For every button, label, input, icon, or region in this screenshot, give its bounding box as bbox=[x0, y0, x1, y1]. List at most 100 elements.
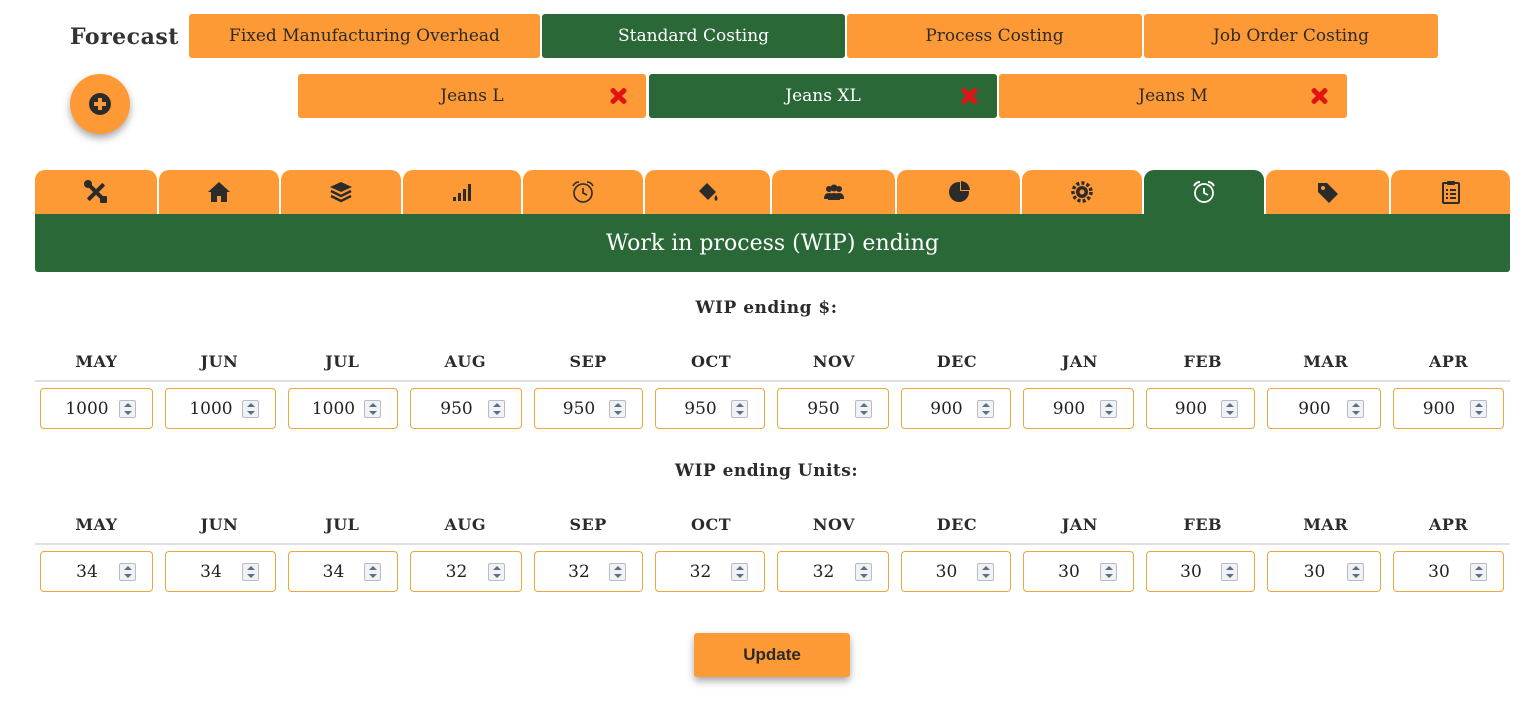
input-value[interactable]: 900 bbox=[1147, 399, 1221, 419]
spinner-arrows-icon[interactable] bbox=[1470, 562, 1487, 581]
wip-dollars-input-apr[interactable]: 900 bbox=[1393, 388, 1504, 429]
wip-units-input-jul[interactable]: 34 bbox=[288, 551, 398, 592]
nav-tab-layers[interactable] bbox=[281, 170, 401, 214]
input-value[interactable]: 30 bbox=[1147, 562, 1221, 582]
spinner-arrows-icon[interactable] bbox=[119, 399, 136, 418]
wip-dollars-input-aug[interactable]: 950 bbox=[410, 388, 522, 429]
wip-units-input-sep[interactable]: 32 bbox=[534, 551, 643, 592]
spinner-arrows-icon[interactable] bbox=[731, 562, 748, 581]
spinner-arrows-icon[interactable] bbox=[609, 399, 626, 418]
nav-tab-paint[interactable] bbox=[645, 170, 770, 214]
product-tab-jeans-xl[interactable]: Jeans XL bbox=[649, 74, 997, 118]
spinner-arrows-icon[interactable] bbox=[1347, 562, 1364, 581]
wip-units-input-oct[interactable]: 32 bbox=[655, 551, 765, 592]
input-value[interactable]: 30 bbox=[1268, 562, 1347, 582]
wip-dollars-input-sep[interactable]: 950 bbox=[534, 388, 643, 429]
wip-units-input-may[interactable]: 34 bbox=[40, 551, 153, 592]
wip-dollars-input-oct[interactable]: 950 bbox=[655, 388, 765, 429]
input-value[interactable]: 34 bbox=[166, 562, 242, 582]
tab-standard-costing[interactable]: Standard Costing bbox=[542, 14, 845, 58]
nav-tab-settings[interactable] bbox=[1022, 170, 1142, 214]
input-value[interactable]: 34 bbox=[289, 562, 364, 582]
wip-units-inputs: 34 34 34 32 32 32 32 30 30 30 30 30 bbox=[35, 551, 1510, 593]
spinner-arrows-icon[interactable] bbox=[1347, 399, 1364, 418]
spinner-arrows-icon[interactable] bbox=[977, 562, 994, 581]
nav-tab-pie[interactable] bbox=[897, 170, 1020, 214]
wip-dollars-input-feb[interactable]: 900 bbox=[1146, 388, 1255, 429]
close-x-icon[interactable] bbox=[959, 86, 979, 106]
wip-dollars-input-jun[interactable]: 1000 bbox=[165, 388, 276, 429]
input-value[interactable]: 950 bbox=[778, 399, 855, 419]
spinner-arrows-icon[interactable] bbox=[364, 562, 381, 581]
tab-process-costing[interactable]: Process Costing bbox=[847, 14, 1142, 58]
input-value[interactable]: 30 bbox=[902, 562, 977, 582]
close-x-icon[interactable] bbox=[608, 86, 628, 106]
nav-tab-pricing[interactable] bbox=[1266, 170, 1389, 214]
input-value[interactable]: 900 bbox=[902, 399, 977, 419]
wip-units-input-mar[interactable]: 30 bbox=[1267, 551, 1381, 592]
wip-units-input-feb[interactable]: 30 bbox=[1146, 551, 1255, 592]
wip-dollars-input-nov[interactable]: 950 bbox=[777, 388, 889, 429]
wip-dollars-input-jul[interactable]: 1000 bbox=[288, 388, 398, 429]
wip-dollars-input-jan[interactable]: 900 bbox=[1023, 388, 1134, 429]
wip-units-input-apr[interactable]: 30 bbox=[1393, 551, 1504, 592]
wip-units-input-dec[interactable]: 30 bbox=[901, 551, 1011, 592]
spinner-arrows-icon[interactable] bbox=[488, 399, 505, 418]
spinner-arrows-icon[interactable] bbox=[1221, 562, 1238, 581]
input-value[interactable]: 1000 bbox=[41, 399, 119, 419]
nav-tab-wip[interactable] bbox=[1144, 170, 1264, 214]
input-value[interactable]: 30 bbox=[1024, 562, 1100, 582]
product-tab-jeans-l[interactable]: Jeans L bbox=[298, 74, 646, 118]
input-value[interactable]: 32 bbox=[656, 562, 731, 582]
wip-dollars-input-mar[interactable]: 900 bbox=[1267, 388, 1381, 429]
wip-units-input-aug[interactable]: 32 bbox=[410, 551, 522, 592]
nav-tab-report[interactable] bbox=[1391, 170, 1510, 214]
input-value[interactable]: 32 bbox=[778, 562, 855, 582]
close-x-icon[interactable] bbox=[1309, 86, 1329, 106]
input-value[interactable]: 900 bbox=[1268, 399, 1347, 419]
input-value[interactable]: 1000 bbox=[166, 399, 242, 419]
nav-tab-signal[interactable] bbox=[403, 170, 521, 214]
spinner-arrows-icon[interactable] bbox=[119, 562, 136, 581]
input-value[interactable]: 950 bbox=[535, 399, 609, 419]
add-product-button[interactable] bbox=[70, 74, 130, 134]
spinner-arrows-icon[interactable] bbox=[855, 562, 872, 581]
spinner-arrows-icon[interactable] bbox=[1100, 399, 1117, 418]
input-value[interactable]: 32 bbox=[535, 562, 609, 582]
wip-units-input-jun[interactable]: 34 bbox=[165, 551, 276, 592]
tab-fixed-manufacturing-overhead[interactable]: Fixed Manufacturing Overhead bbox=[189, 14, 540, 58]
wip-units-input-jan[interactable]: 30 bbox=[1023, 551, 1134, 592]
wip-units-input-nov[interactable]: 32 bbox=[777, 551, 889, 592]
spinner-arrows-icon[interactable] bbox=[1100, 562, 1117, 581]
month-label: SEP bbox=[569, 352, 607, 371]
nav-tab-home[interactable] bbox=[159, 170, 279, 214]
input-value[interactable]: 30 bbox=[1394, 562, 1470, 582]
input-value[interactable]: 1000 bbox=[289, 399, 364, 419]
wip-dollars-input-may[interactable]: 1000 bbox=[40, 388, 153, 429]
update-button[interactable]: Update bbox=[694, 633, 850, 677]
input-value[interactable]: 950 bbox=[411, 399, 488, 419]
spinner-arrows-icon[interactable] bbox=[1221, 399, 1238, 418]
spinner-arrows-icon[interactable] bbox=[609, 562, 626, 581]
nav-tab-tools[interactable] bbox=[35, 170, 157, 214]
input-value[interactable]: 34 bbox=[41, 562, 119, 582]
nav-tab-schedule[interactable] bbox=[523, 170, 643, 214]
nav-tab-users[interactable] bbox=[772, 170, 895, 214]
tab-job-order-costing[interactable]: Job Order Costing bbox=[1144, 14, 1438, 58]
product-tab-label: Jeans XL bbox=[785, 86, 861, 106]
product-tab-jeans-m[interactable]: Jeans M bbox=[999, 74, 1347, 118]
spinner-arrows-icon[interactable] bbox=[855, 399, 872, 418]
spinner-arrows-icon[interactable] bbox=[242, 562, 259, 581]
spinner-arrows-icon[interactable] bbox=[731, 399, 748, 418]
spinner-arrows-icon[interactable] bbox=[977, 399, 994, 418]
spinner-arrows-icon[interactable] bbox=[364, 399, 381, 418]
input-value[interactable]: 950 bbox=[656, 399, 731, 419]
input-value[interactable]: 32 bbox=[411, 562, 488, 582]
spinner-arrows-icon[interactable] bbox=[242, 399, 259, 418]
input-value[interactable]: 900 bbox=[1394, 399, 1470, 419]
tools-icon bbox=[84, 180, 107, 203]
spinner-arrows-icon[interactable] bbox=[1470, 399, 1487, 418]
spinner-arrows-icon[interactable] bbox=[488, 562, 505, 581]
wip-dollars-input-dec[interactable]: 900 bbox=[901, 388, 1011, 429]
input-value[interactable]: 900 bbox=[1024, 399, 1100, 419]
